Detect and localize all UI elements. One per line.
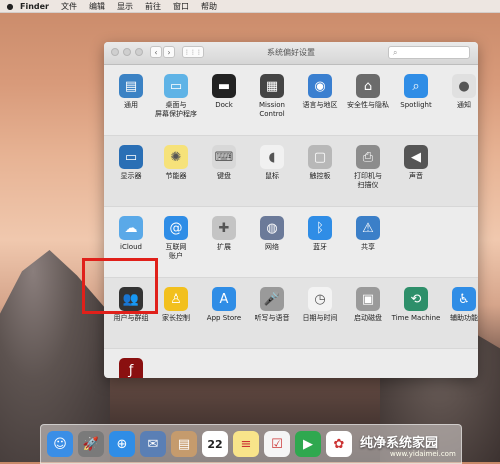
mouse-icon: ◖ <box>260 145 284 169</box>
keyboard-icon: ⌨ <box>212 145 236 169</box>
search-field[interactable]: ⌕ <box>388 46 470 59</box>
section-hardware: ▭ 显示器 ✺ 节能器 ⌨ 键盘 ◖ 鼠标 ▢ 触控板 ⎙ 打印机与 扫描仪 ◀ 声音 <box>104 136 478 207</box>
dictation-icon: 🎤 <box>260 287 284 311</box>
flash-player-icon: ƒ <box>119 358 143 378</box>
menu-window[interactable]: 窗口 <box>173 1 189 12</box>
menu-finder[interactable]: Finder <box>20 2 49 11</box>
network-icon: ◍ <box>260 216 284 240</box>
pane-label: 共享 <box>361 243 375 251</box>
facetime-icon[interactable]: ▶ <box>295 431 321 457</box>
safari-icon[interactable]: ⊕ <box>109 431 135 457</box>
title-bar: ‹ › ⋮⋮⋮ 系统偏好设置 ⌕ <box>104 42 478 65</box>
watermark-url: www.yidaimei.com <box>390 450 456 458</box>
search-icon: ⌕ <box>393 48 398 57</box>
system-preferences-window: ‹ › ⋮⋮⋮ 系统偏好设置 ⌕ ▤ 通用 ▭ 桌面与 屏幕保护程序 ▬ Dock ▦ Mis… <box>104 42 478 378</box>
pane-label: 辅助功能 <box>450 314 478 322</box>
sound-icon: ◀ <box>404 145 428 169</box>
menu-file[interactable]: 文件 <box>61 1 77 12</box>
section-internet: ☁ iCloud @ 互联网 账户 ✚ 扩展 ◍ 网络 ᛒ 蓝牙 ⚠ 共享 <box>104 207 478 278</box>
desktop-icon: ▭ <box>164 74 188 98</box>
sharing-icon: ⚠ <box>356 216 380 240</box>
reminders-icon[interactable]: ☑ <box>264 431 290 457</box>
pane-sharing[interactable]: ⚠ 共享 <box>340 216 396 252</box>
watermark-title: 纯净系统家园 <box>360 436 439 451</box>
energy-icon: ✺ <box>164 145 188 169</box>
time-machine-icon: ⟲ <box>404 287 428 311</box>
spotlight-icon: ⌕ <box>404 74 428 98</box>
menu-help[interactable]: 帮助 <box>201 1 217 12</box>
photos-icon[interactable]: ✿ <box>326 431 352 457</box>
menu-go[interactable]: 前往 <box>145 1 161 12</box>
pane-flash-player[interactable]: ƒFlash Player <box>104 358 159 378</box>
forward-button[interactable]: › <box>163 46 175 58</box>
pane-label: 声音 <box>409 172 423 180</box>
minimize-button[interactable] <box>123 48 131 56</box>
extensions-icon: ✚ <box>212 216 236 240</box>
app-store-icon: A <box>212 287 236 311</box>
contacts-icon[interactable]: ▤ <box>171 431 197 457</box>
pane-notifications[interactable]: ● 通知 <box>436 74 478 110</box>
internet-accounts-icon: @ <box>164 216 188 240</box>
finder-icon[interactable]: ☺ <box>47 431 73 457</box>
pane-sound[interactable]: ◀ 声音 <box>388 145 444 181</box>
pane-label: 通知 <box>457 101 471 109</box>
startup-disk-icon: ▣ <box>356 287 380 311</box>
section-personal: ▤ 通用 ▭ 桌面与 屏幕保护程序 ▬ Dock ▦ Mission Control ◉ 语言与地… <box>104 65 478 136</box>
zoom-button[interactable] <box>135 48 143 56</box>
notes-icon[interactable]: ≡ <box>233 431 259 457</box>
dock-icon: ▬ <box>212 74 236 98</box>
printer-icon: ⎙ <box>356 145 380 169</box>
bluetooth-icon: ᛒ <box>308 216 332 240</box>
photos-app-icon[interactable]: ✉ <box>140 431 166 457</box>
highlight-box <box>82 258 158 314</box>
icloud-icon: ☁ <box>119 216 143 240</box>
apple-icon[interactable]: ● <box>0 2 20 11</box>
displays-icon: ▭ <box>119 145 143 169</box>
close-button[interactable] <box>111 48 119 56</box>
menu-view[interactable]: 显示 <box>117 1 133 12</box>
notifications-icon: ● <box>452 74 476 98</box>
parental-controls-icon: ♙ <box>164 287 188 311</box>
section-other: ƒFlash Player <box>104 349 478 378</box>
language-icon: ◉ <box>308 74 332 98</box>
pane-accessibility[interactable]: ♿ 辅助功能 <box>436 287 478 323</box>
calendar-icon[interactable]: 22 <box>202 431 228 457</box>
mission-control-icon: ▦ <box>260 74 284 98</box>
accessibility-icon: ♿ <box>452 287 476 311</box>
launchpad-icon[interactable]: 🚀 <box>78 431 104 457</box>
date-time-icon: ◷ <box>308 287 332 311</box>
security-icon: ⌂ <box>356 74 380 98</box>
general-icon: ▤ <box>119 74 143 98</box>
menu-edit[interactable]: 编辑 <box>89 1 105 12</box>
menu-bar: ● Finder 文件 编辑 显示 前往 窗口 帮助 <box>0 0 500 13</box>
back-button[interactable]: ‹ <box>150 46 162 58</box>
section-system: 👥 用户与群组 ♙ 家长控制 A App Store 🎤 听写与语音 ◷ 日期与时间 ▣ 启动磁盘 ⟲ T… <box>104 278 478 349</box>
show-all-button[interactable]: ⋮⋮⋮ <box>182 46 204 58</box>
trackpad-icon: ▢ <box>308 145 332 169</box>
